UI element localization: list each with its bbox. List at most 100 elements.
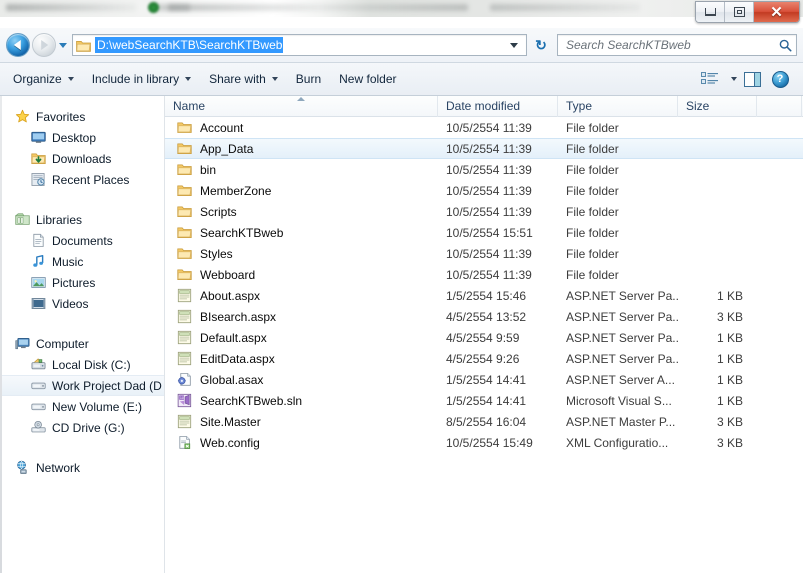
file-size-cell: 1 KB	[716, 393, 743, 408]
xml-icon	[177, 435, 193, 451]
sidebar-item-computer[interactable]: Computer	[0, 333, 164, 354]
preview-pane-button[interactable]	[739, 67, 765, 91]
file-type-cell: File folder	[566, 162, 619, 177]
sidebar-item-recent-places[interactable]: Recent Places	[0, 169, 164, 190]
search-input[interactable]	[566, 38, 779, 52]
address-bar-row: D:\webSearchKTB\SearchKTBweb ↻	[0, 28, 803, 62]
close-button[interactable]: ✕	[754, 2, 799, 22]
recent-places-icon	[30, 172, 46, 188]
file-type-cell: Microsoft Visual S...	[566, 393, 672, 408]
address-bar[interactable]: D:\webSearchKTB\SearchKTBweb	[72, 34, 527, 56]
table-row[interactable]: Account 10/5/2554 11:39 File folder	[165, 117, 803, 138]
sidebar-item-libraries[interactable]: Libraries	[0, 209, 164, 230]
table-row[interactable]: Scripts 10/5/2554 11:39 File folder	[165, 201, 803, 222]
recent-pages-icon[interactable]	[59, 42, 67, 48]
file-date-cell: 1/5/2554 15:46	[446, 288, 527, 303]
file-name-cell: Account	[165, 120, 438, 136]
table-row[interactable]: 10 SearchKTBweb.sln 1/5/2554 14:41 Microsof…	[165, 390, 803, 411]
folder-icon	[177, 183, 193, 199]
column-header-size[interactable]: Size	[678, 96, 757, 117]
minimize-icon	[704, 8, 716, 16]
aspx-icon	[177, 351, 193, 367]
file-type-cell: ASP.NET Server Pa...	[566, 351, 678, 366]
file-date-cell: 10/5/2554 11:39	[446, 120, 532, 135]
sidebar-item-pictures[interactable]: Pictures	[0, 272, 164, 293]
view-options-button[interactable]	[697, 67, 723, 91]
sidebar-item-documents[interactable]: Documents	[0, 230, 164, 251]
search-box[interactable]	[557, 34, 797, 56]
preview-pane-icon	[743, 71, 761, 87]
file-name-cell: About.aspx	[165, 288, 438, 304]
sidebar-label: Computer	[36, 336, 89, 351]
column-header-name[interactable]: Name	[165, 96, 438, 117]
toolbar-item-new-folder[interactable]: New folder	[330, 67, 405, 91]
help-icon: ?	[771, 70, 789, 88]
videos-icon	[30, 296, 46, 312]
file-date-cell: 10/5/2554 11:39	[446, 183, 532, 198]
sidebar-item-music[interactable]: Music	[0, 251, 164, 272]
toolbar-item-organize[interactable]: Organize	[4, 67, 83, 91]
table-row[interactable]: About.aspx 1/5/2554 15:46 ASP.NET Server P…	[165, 285, 803, 306]
file-date-cell: 4/5/2554 13:52	[446, 309, 527, 324]
file-name-cell: Webboard	[165, 267, 438, 283]
table-row[interactable]: bin 10/5/2554 11:39 File folder	[165, 159, 803, 180]
close-icon: ✕	[770, 3, 783, 21]
table-row[interactable]: App_Data 10/5/2554 11:39 File folder	[165, 138, 803, 159]
command-toolbar: Organize Include in library Share with B…	[0, 62, 803, 96]
table-row[interactable]: Web.config 10/5/2554 15:49 XML Configurati…	[165, 432, 803, 453]
sidebar-item-work-project-dad-d[interactable]: Work Project Dad (D	[0, 375, 164, 396]
file-name-label: Global.asax	[200, 372, 264, 387]
table-row[interactable]: Webboard 10/5/2554 11:39 File folder	[165, 264, 803, 285]
toolbar-item-share-with[interactable]: Share with	[200, 67, 287, 91]
forward-button[interactable]	[32, 33, 56, 57]
list-view-icon	[701, 72, 719, 86]
column-label: Type	[566, 98, 593, 113]
table-row[interactable]: Global.asax 1/5/2554 14:41 ASP.NET Server …	[165, 369, 803, 390]
aspx-icon	[177, 288, 193, 304]
sidebar-item-local-disk-c[interactable]: Local Disk (C:)	[0, 354, 164, 375]
table-row[interactable]: SearchKTBweb 10/5/2554 15:51 File folder	[165, 222, 803, 243]
back-button[interactable]	[6, 33, 30, 57]
file-name-cell: Web.config	[165, 435, 438, 451]
cd-drive-icon	[30, 420, 46, 436]
navigation-pane: Favorites Desktop Downloads Recent Place…	[0, 96, 165, 573]
refresh-button[interactable]: ↻	[529, 34, 553, 56]
sidebar-item-videos[interactable]: Videos	[0, 293, 164, 314]
file-name-label: BIsearch.aspx	[200, 309, 277, 324]
restore-button[interactable]	[725, 2, 754, 22]
file-date-cell: 1/5/2554 14:41	[446, 393, 527, 408]
toolbar-label: Burn	[295, 72, 322, 86]
table-row[interactable]: Default.aspx 4/5/2554 9:59 ASP.NET Server …	[165, 327, 803, 348]
help-button[interactable]: ?	[767, 67, 793, 91]
file-size-cell: 3 KB	[716, 309, 743, 324]
table-row[interactable]: EditData.aspx 4/5/2554 9:26 ASP.NET Server…	[165, 348, 803, 369]
folder-icon	[177, 225, 193, 241]
address-dropdown-icon[interactable]	[510, 42, 518, 48]
table-row[interactable]: BIsearch.aspx 4/5/2554 13:52 ASP.NET Serve…	[165, 306, 803, 327]
sidebar-label: Videos	[52, 296, 89, 311]
column-header-blank[interactable]	[757, 96, 802, 117]
documents-icon	[30, 233, 46, 249]
sidebar-item-downloads[interactable]: Downloads	[0, 148, 164, 169]
table-row[interactable]: Styles 10/5/2554 11:39 File folder	[165, 243, 803, 264]
table-row[interactable]: Site.Master 8/5/2554 16:04 ASP.NET Master …	[165, 411, 803, 432]
sidebar-item-desktop[interactable]: Desktop	[0, 127, 164, 148]
back-arrow-icon	[13, 40, 21, 50]
sidebar-item-new-volume-e[interactable]: New Volume (E:)	[0, 396, 164, 417]
network-icon	[14, 460, 30, 476]
column-header-date-modified[interactable]: Date modified	[438, 96, 558, 117]
sidebar-item-cd-drive-g[interactable]: CD Drive (G:)	[0, 417, 164, 438]
sidebar-item-network[interactable]: Network	[0, 457, 164, 478]
chevron-down-icon	[271, 77, 278, 81]
refresh-icon: ↻	[535, 37, 547, 53]
file-size-cell: 1 KB	[716, 330, 743, 345]
chevron-down-icon[interactable]	[731, 77, 737, 81]
minimize-button[interactable]	[696, 2, 725, 22]
toolbar-item-burn[interactable]: Burn	[287, 67, 330, 91]
sidebar-item-favorites[interactable]: Favorites	[0, 106, 164, 127]
toolbar-item-include-in-library[interactable]: Include in library	[83, 67, 200, 91]
file-name-label: Account	[200, 120, 244, 135]
address-path-text[interactable]: D:\webSearchKTB\SearchKTBweb	[95, 37, 284, 53]
table-row[interactable]: MemberZone 10/5/2554 11:39 File folder	[165, 180, 803, 201]
column-header-type[interactable]: Type	[558, 96, 678, 117]
